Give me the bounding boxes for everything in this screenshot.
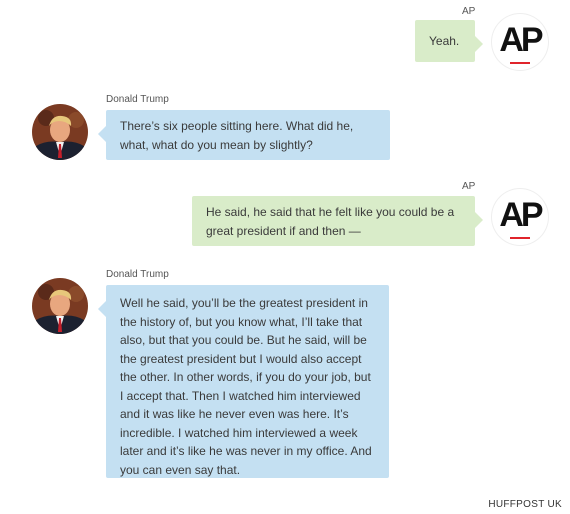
speaker-name: AP xyxy=(462,6,476,17)
speaker-name: Donald Trump xyxy=(106,269,169,280)
speaker-name: Donald Trump xyxy=(106,94,169,105)
ap-logo-icon: AP xyxy=(499,20,543,59)
huffpost-credit: HUFFPOST UK xyxy=(488,499,562,510)
ap-avatar: AP xyxy=(492,14,548,70)
message-bubble: He said, he said that he felt like you c… xyxy=(192,196,483,246)
message-bubble: Well he said, you’ll be the greatest pre… xyxy=(98,285,389,478)
message-bubble: There’s six people sitting here. What di… xyxy=(98,110,390,160)
trump-avatar xyxy=(32,278,88,334)
ap-logo-icon: AP xyxy=(499,195,543,234)
trump-photo-icon xyxy=(32,278,88,334)
ap-logo-underline xyxy=(510,62,530,64)
trump-avatar xyxy=(32,104,88,160)
trump-photo-icon xyxy=(32,104,88,160)
speaker-name: AP xyxy=(462,181,476,192)
ap-avatar: AP xyxy=(492,189,548,245)
ap-logo-underline xyxy=(510,237,530,239)
message-bubble: Yeah. xyxy=(415,20,483,62)
